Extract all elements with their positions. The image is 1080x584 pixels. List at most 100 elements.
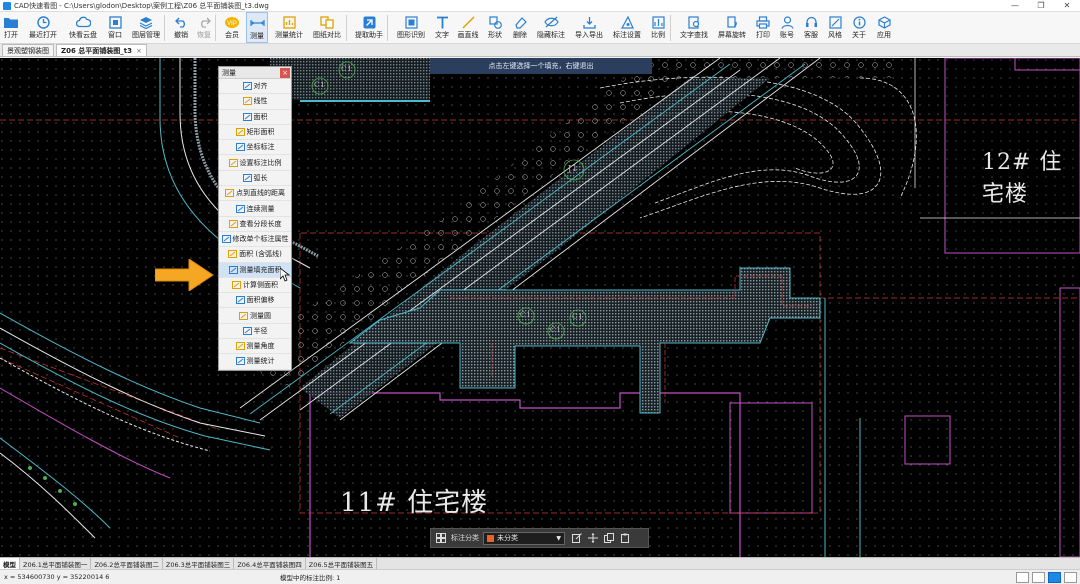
measure-menu-item-angle[interactable]: 测量角度: [219, 339, 291, 355]
minimize-button[interactable]: —: [1002, 1, 1028, 10]
toolbar-button-window[interactable]: 窗口: [104, 12, 126, 43]
toolbar-button-annotation-settings[interactable]: 标注设置: [610, 12, 644, 43]
doc-tab-label: Z06 总平面铺装图_t3: [61, 46, 132, 55]
toolbar-button-label: 标注设置: [613, 31, 641, 39]
ortho-toggle-icon[interactable]: [1032, 571, 1045, 583]
edit-icon[interactable]: [571, 532, 583, 544]
paste-icon[interactable]: [619, 532, 631, 544]
background-toggle-icon[interactable]: [1048, 571, 1061, 583]
measure-menu-item-label: 对齐: [253, 82, 268, 91]
toolbar-button-import-export[interactable]: 导入导出: [572, 12, 606, 43]
toolbar-button-compare[interactable]: 图纸对比: [310, 12, 344, 43]
measure-menu-item-segment-length[interactable]: 查看分段长度: [219, 217, 291, 232]
toolbar-separator: [215, 15, 216, 41]
toolbar-button-rotate[interactable]: 屏幕旋转: [715, 12, 749, 43]
grid-icon[interactable]: [435, 532, 447, 544]
close-window-button[interactable]: ✕: [1054, 1, 1080, 10]
measure-menu-item-continuous-measure[interactable]: 连续测量: [219, 201, 291, 217]
measure-menu-item-set-scale[interactable]: 设置标注比例: [219, 155, 291, 171]
linear-icon: [242, 97, 252, 106]
layout-tab[interactable]: Z06.3总平面铺装图三: [163, 558, 235, 569]
measure-menu: 测量 × 对齐 线性 面积 矩形面积 坐标标注 设置标注比例 弧长 点到直线的距离 连续测量 查看…: [218, 66, 292, 371]
window-title: CAD快速看图 - C:\Users\glodon\Desktop\案例工程\Z…: [14, 1, 269, 10]
toolbar-button-clock[interactable]: 最近打开: [24, 12, 62, 43]
snap-toggle-icon[interactable]: [1016, 571, 1029, 583]
toolbar-button-measure-stats[interactable]: 测量统计: [272, 12, 306, 43]
print-icon: [755, 15, 771, 29]
doc-tab-landscape[interactable]: 景观塑钢装图: [2, 44, 54, 56]
toolbar-separator: [670, 15, 671, 41]
layout-tab[interactable]: Z06.1总平面铺装图一: [20, 558, 92, 569]
toolbar-button-style[interactable]: 风格: [825, 12, 845, 43]
toolbar-button-label: 删除: [513, 31, 527, 39]
extract-icon: [361, 15, 377, 29]
measure-menu-list: 对齐线性面积 矩形面积坐标标注设置标注比例 弧长 点到直线的距离 连续测量查看分段长度修…: [219, 79, 291, 370]
toolbar-button-apps[interactable]: 应用: [873, 12, 895, 43]
drawing-canvas[interactable]: 11# 住宅楼 12# 住宅楼 J1 C1 C1 C1 C1 C1 点击左键选择…: [0, 58, 1080, 557]
toolbar-button-undo[interactable]: 撤销: [171, 12, 191, 43]
measure-menu-item-arc-area[interactable]: 面积 (含弧线): [219, 247, 291, 263]
layout-tab[interactable]: Z06.5总平面铺装图五: [306, 558, 378, 569]
move-icon[interactable]: [587, 532, 599, 544]
toolbar-button-label: 比例: [651, 31, 665, 39]
layout-tab[interactable]: Z06.2总平面铺装图二: [91, 558, 163, 569]
measure-menu-item-rect-area[interactable]: 矩形面积: [219, 125, 291, 141]
toolbar-button-extract[interactable]: 提取助手: [353, 12, 385, 43]
fullscreen-toggle-icon[interactable]: [1064, 571, 1077, 583]
toolbar-button-line[interactable]: 画直线: [456, 12, 480, 43]
maximize-button[interactable]: ❐: [1028, 1, 1054, 10]
layout-tab[interactable]: Z06.4总平面铺装图四: [234, 558, 306, 569]
annotation-category-select[interactable]: 未分类 ▼: [483, 531, 565, 545]
undo-icon: [173, 15, 189, 29]
measure-menu-item-linear[interactable]: 线性: [219, 94, 291, 110]
measure-menu-item-point-line-distance[interactable]: 点到直线的距离: [219, 186, 291, 202]
marker-c1-label: C1: [572, 313, 584, 321]
menu-close-button[interactable]: ×: [280, 67, 290, 78]
close-tab-icon[interactable]: ×: [136, 47, 142, 55]
measure-menu-item-arc-length[interactable]: 弧长: [219, 171, 291, 187]
copy-icon[interactable]: [603, 532, 615, 544]
toolbar-button-eraser[interactable]: 删除: [510, 12, 530, 43]
toolbar-button-folder[interactable]: 打开: [2, 12, 20, 43]
toolbar-button-layers[interactable]: 图层管理: [130, 12, 162, 43]
arc-area-icon: [228, 250, 238, 259]
measure-menu-item-coordinate[interactable]: 坐标标注: [219, 140, 291, 156]
measure-menu-item-edit-annotation[interactable]: 修改单个标注属性: [219, 232, 291, 248]
toolbar-button-text[interactable]: 文字: [432, 12, 452, 43]
measure-menu-item-label: 修改单个标注属性: [232, 235, 289, 244]
toolbar-button-label: 图形识别: [397, 31, 425, 39]
measure-menu-item-area[interactable]: 面积: [219, 110, 291, 125]
measure-menu-item-align[interactable]: 对齐: [219, 79, 291, 95]
toolbar-button-measure[interactable]: 测量: [246, 12, 268, 43]
toolbar-button-recognize[interactable]: 图形识别: [394, 12, 428, 43]
toolbar-button-print[interactable]: 打印: [753, 12, 773, 43]
category-value: 未分类: [497, 534, 518, 542]
toolbar-button-shape[interactable]: 形状: [484, 12, 506, 43]
measure-menu-item-label: 线性: [253, 97, 268, 106]
toolbar-button-info[interactable]: 关于: [849, 12, 869, 43]
measure-menu-item-stats[interactable]: 测量统计: [219, 354, 291, 370]
point-line-distance-icon: [225, 189, 234, 198]
doc-tab-z06[interactable]: Z06 总平面铺装图_t3 ×: [56, 44, 147, 56]
measure-menu-item-circle[interactable]: 测量圆: [219, 308, 291, 324]
toolbar-button-scale[interactable]: 比例: [648, 12, 668, 43]
area-icon: [242, 112, 252, 121]
toolbar-button-label: 应用: [877, 31, 891, 39]
toolbar-button-cloud[interactable]: 快看云盘: [66, 12, 100, 43]
toolbar-button-label: 文字查找: [680, 31, 708, 39]
measure-menu-item-label: 坐标标注: [246, 143, 275, 152]
toolbar-button-vip[interactable]: VIP 会员: [222, 12, 242, 43]
toolbar-button-user[interactable]: 账号: [777, 12, 797, 43]
measure-menu-item-radius[interactable]: 半径: [219, 324, 291, 340]
measure-menu-item-area-offset[interactable]: 面积偏移: [219, 293, 291, 309]
toolbar-button-redo[interactable]: 恢复: [195, 12, 213, 43]
side-area-icon: [232, 281, 241, 289]
measure-menu-item-label: 测量填充面积: [239, 265, 282, 274]
toolbar-button-hide[interactable]: 隐藏标注: [534, 12, 568, 43]
toolbar-button-text-search[interactable]: 文字查找: [677, 12, 711, 43]
layout-tab[interactable]: 模型: [0, 558, 20, 569]
toolbar-button-headset[interactable]: 客服: [801, 12, 821, 43]
measure-menu-item-label: 查看分段长度: [239, 219, 282, 228]
scale-icon: [650, 15, 666, 29]
folder-icon: [3, 15, 19, 29]
